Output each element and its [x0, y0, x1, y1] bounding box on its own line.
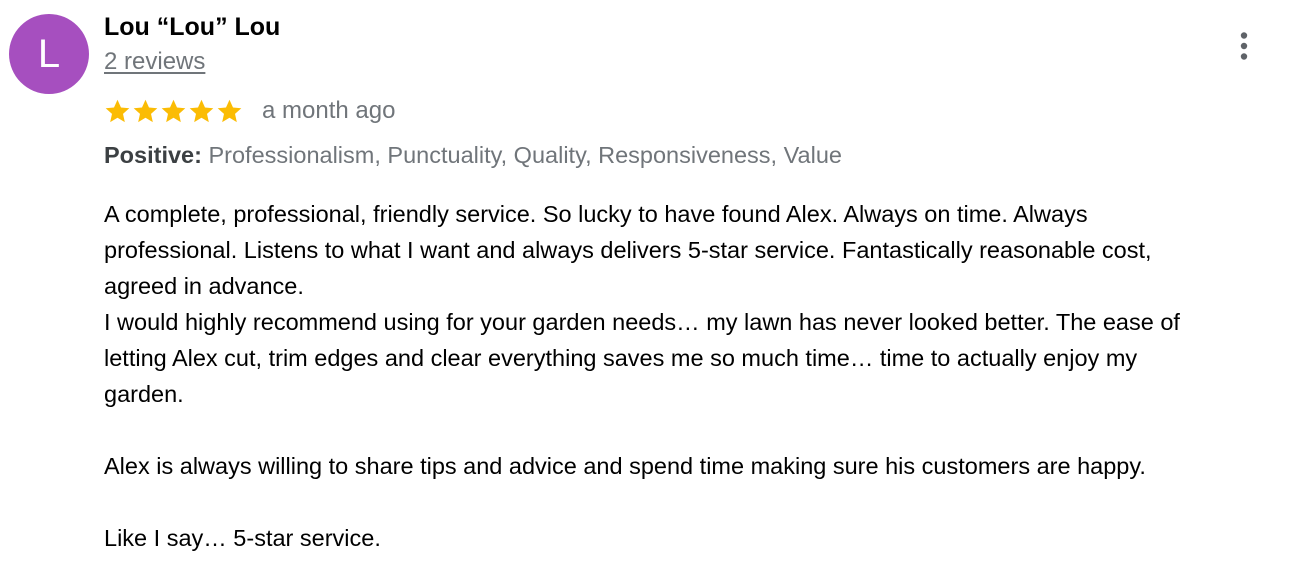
- positive-label: Positive:: [104, 142, 202, 168]
- rating-row: a month ago: [104, 94, 395, 128]
- review-time: a month ago: [262, 97, 396, 124]
- reviewer-name[interactable]: Lou “Lou” Lou: [104, 13, 280, 42]
- star-icon: [105, 99, 130, 122]
- star-rating: [104, 98, 244, 125]
- review-card: L Lou “Lou” Lou 2 reviews a month ago Po…: [0, 0, 1308, 566]
- more-options-button[interactable]: [1228, 28, 1260, 64]
- star-icon: [189, 99, 214, 122]
- review-paragraph: Like I say… 5-star service.: [104, 525, 381, 551]
- positive-values: Professionalism, Punctuality, Quality, R…: [208, 142, 842, 168]
- review-paragraph: A complete, professional, friendly servi…: [104, 201, 1180, 407]
- positive-attributes: Positive: Professionalism, Punctuality, …: [104, 142, 842, 169]
- more-vertical-icon: [1240, 32, 1248, 60]
- avatar-initial: L: [37, 31, 61, 76]
- star-icon: [217, 99, 242, 122]
- star-icon: [161, 99, 186, 122]
- avatar[interactable]: L: [9, 14, 89, 94]
- review-text: A complete, professional, friendly servi…: [104, 196, 1304, 556]
- review-paragraph: Alex is always willing to share tips and…: [104, 453, 1146, 479]
- star-icon: [133, 99, 158, 122]
- reviews-count-link[interactable]: 2 reviews: [104, 48, 205, 76]
